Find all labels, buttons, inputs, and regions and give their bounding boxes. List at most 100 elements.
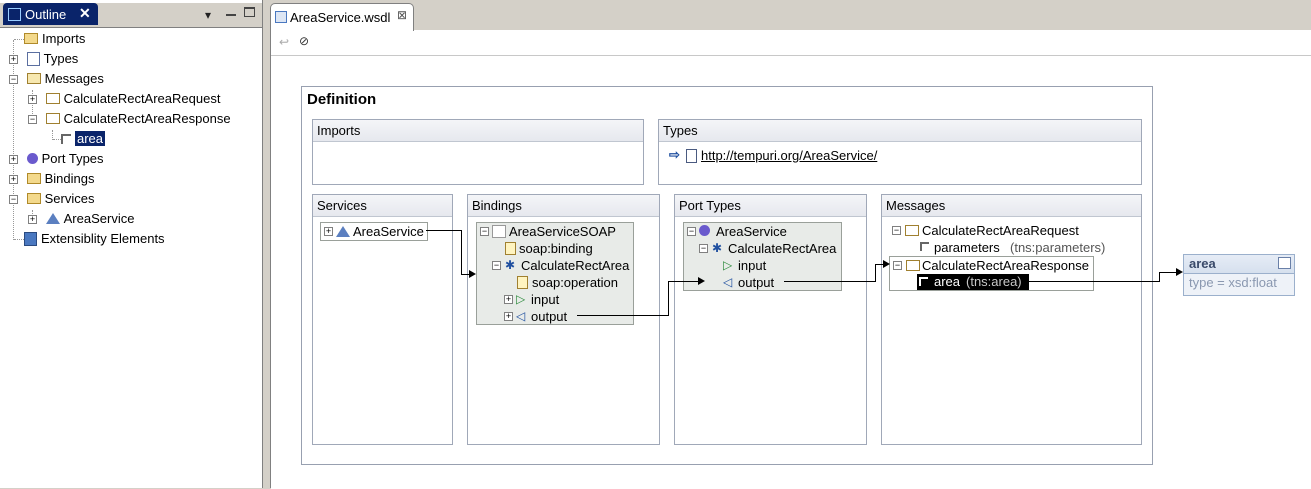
connector-line [1159, 272, 1176, 273]
definition-title: Definition [307, 91, 377, 108]
interface-icon [699, 225, 710, 236]
tree-item-response[interactable]: − CalculateRectAreaResponse [28, 109, 231, 129]
element-menu-icon[interactable] [1278, 257, 1291, 269]
tab-areaservice-wsdl[interactable]: AreaService.wsdl ⊠ [270, 3, 414, 31]
service-node[interactable]: + AreaService [320, 222, 428, 241]
tree-item-areaservice[interactable]: + AreaService [28, 209, 134, 229]
collapse-icon[interactable]: − [699, 244, 708, 253]
expand-icon[interactable]: + [324, 227, 333, 236]
port-type-label: AreaService [716, 224, 787, 239]
connector-line [461, 274, 469, 275]
view-menu-icon[interactable]: ▾ [205, 8, 211, 22]
connector-line [668, 281, 669, 316]
tree-item-label: Messages [44, 71, 104, 86]
connector-arrow-icon [883, 260, 890, 268]
connector-line [784, 281, 876, 282]
close-icon[interactable]: ✕ [79, 5, 91, 22]
editor-toolbar: ↩ ⊘ [271, 31, 1311, 55]
schema-icon [686, 149, 697, 163]
request-part-label: parameters [934, 240, 1000, 255]
types-box[interactable]: Types ⇨ http://tempuri.org/AreaService/ [658, 119, 1142, 185]
request-part-type: (tns:parameters) [1010, 240, 1106, 255]
port-output-label: output [738, 275, 775, 290]
response-label: CalculateRectAreaResponse [922, 258, 1089, 273]
collapse-icon[interactable]: − [492, 261, 501, 270]
interface-icon [26, 153, 38, 165]
soap-icon [517, 276, 528, 289]
soap-icon [505, 242, 516, 255]
response-part-label: area [934, 274, 961, 289]
collapse-icon[interactable]: − [9, 75, 18, 84]
collapse-icon[interactable]: − [9, 195, 18, 204]
expand-icon[interactable]: + [9, 55, 18, 64]
tree-item-label: Types [43, 51, 79, 66]
input-arrow-icon: ▷ [723, 258, 733, 272]
tree-item-request[interactable]: + CalculateRectAreaRequest [28, 89, 220, 109]
tree-item-bindings[interactable]: + Bindings [9, 169, 95, 189]
expand-icon[interactable]: + [504, 295, 513, 304]
collapse-icon[interactable]: − [892, 226, 901, 235]
output-arrow-icon: ◁ [723, 275, 733, 289]
envelope-icon [906, 260, 920, 271]
expand-icon[interactable]: + [28, 215, 37, 224]
part-icon [920, 242, 929, 251]
tree-item-extensibility[interactable]: Extensiblity Elements [14, 229, 165, 249]
close-icon[interactable]: ⊠ [397, 8, 407, 22]
expand-icon[interactable]: + [504, 312, 513, 321]
tree-item-label: area [75, 131, 106, 146]
element-name: area [1189, 256, 1216, 271]
collapse-icon[interactable]: − [893, 261, 902, 270]
binding-node[interactable]: − AreaServiceSOAP soap:binding − ✱ Calcu… [476, 222, 634, 325]
diagram-toggle-icon[interactable]: ⊘ [299, 34, 309, 48]
operation-icon: ✱ [712, 241, 723, 255]
imports-title: Imports [317, 123, 361, 138]
binding-label: AreaServiceSOAP [509, 224, 616, 239]
response-message-node[interactable]: − CalculateRectAreaResponse area (tns:ar… [889, 256, 1094, 291]
tree-item-imports[interactable]: Imports [14, 29, 85, 49]
envelope-icon [45, 113, 60, 125]
tree-item-label: Extensiblity Elements [41, 231, 165, 246]
request-label: CalculateRectAreaRequest [922, 223, 1079, 238]
maximize-icon[interactable] [244, 7, 255, 17]
expand-icon[interactable]: + [28, 95, 37, 104]
connector-line [461, 230, 462, 274]
connector-arrow-icon [698, 277, 705, 285]
tree-item-services[interactable]: − Services [9, 189, 94, 209]
element-type: type = xsd:float [1189, 275, 1277, 290]
connector-line [1026, 281, 1160, 282]
tree-item-label: AreaService [63, 211, 135, 226]
envelope-folder-icon [26, 73, 41, 85]
service-icon [336, 226, 350, 237]
minimize-icon[interactable] [226, 14, 236, 16]
collapse-icon[interactable]: − [28, 115, 37, 124]
back-icon[interactable]: ↩ [279, 35, 289, 49]
collapse-icon[interactable]: − [687, 227, 696, 236]
service-label: AreaService [353, 224, 424, 239]
tree-item-label: Port Types [41, 151, 104, 166]
tree-item-port-types[interactable]: + Port Types [9, 149, 104, 169]
types-title: Types [663, 123, 698, 138]
collapse-icon[interactable]: − [480, 227, 489, 236]
tree-item-area[interactable]: area [53, 129, 106, 149]
request-message-node[interactable]: − CalculateRectAreaRequest parameters (t… [889, 222, 1129, 256]
types-schema-link[interactable]: http://tempuri.org/AreaService/ [701, 148, 877, 163]
port-types-title: Port Types [679, 198, 741, 213]
operation-icon: ✱ [505, 258, 516, 272]
connector-line [577, 315, 669, 316]
element-area-box[interactable]: area type = xsd:float [1183, 254, 1295, 296]
services-title: Services [317, 198, 367, 213]
expand-icon[interactable]: + [9, 155, 18, 164]
tree-item-label: Bindings [44, 171, 95, 186]
bindings-title: Bindings [472, 198, 522, 213]
outline-icon [8, 8, 21, 21]
connector-line [875, 264, 876, 282]
connector-arrow-icon [1176, 268, 1183, 276]
tree-item-types[interactable]: + Types [9, 49, 78, 69]
imports-box[interactable]: Imports [312, 119, 644, 185]
tree-item-messages[interactable]: − Messages [9, 69, 104, 89]
expand-icon[interactable]: + [9, 175, 18, 184]
service-icon [45, 213, 60, 225]
tab-outline[interactable]: Outline ✕ [3, 3, 98, 25]
tab-label: AreaService.wsdl [290, 10, 391, 25]
response-part-type: (tns:area) [966, 274, 1022, 289]
